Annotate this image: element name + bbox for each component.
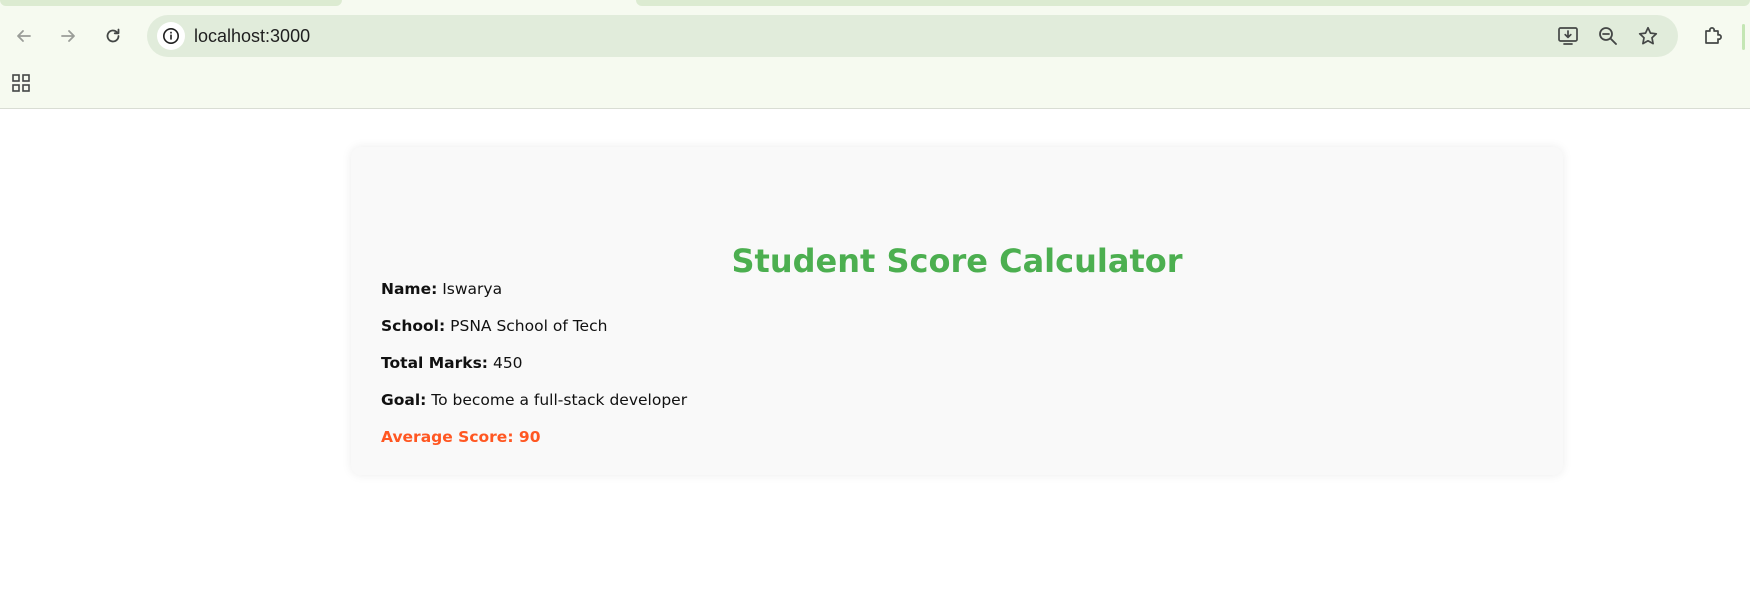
tab-left[interactable]: [0, 0, 342, 6]
puzzle-icon: [1705, 27, 1722, 44]
name-value: Iswarya: [442, 280, 503, 298]
side-panel-edge: [1742, 24, 1745, 50]
bookmark-button[interactable]: [1636, 24, 1660, 48]
back-button[interactable]: [8, 20, 40, 52]
apps-button[interactable]: [8, 70, 34, 96]
tab-right[interactable]: [636, 0, 1750, 6]
reload-button[interactable]: [97, 20, 129, 52]
school-value: PSNA School of Tech: [450, 317, 608, 335]
info-icon: [163, 28, 179, 44]
school-row: School: PSNA School of Tech: [381, 316, 607, 336]
bookmarks-bar: [0, 68, 1750, 98]
extensions-button[interactable]: [1697, 20, 1729, 52]
tab-strip: [0, 0, 1750, 7]
zoom-out-icon: [1599, 27, 1617, 45]
zoom-button[interactable]: [1596, 24, 1620, 48]
forward-button[interactable]: [52, 20, 84, 52]
browser-toolbar: localhost:3000: [0, 14, 1750, 58]
apps-grid-icon: [12, 74, 30, 92]
reload-icon: [106, 28, 120, 43]
address-bar[interactable]: localhost:3000: [147, 15, 1678, 57]
star-icon: [1638, 26, 1658, 45]
name-label: Name:: [381, 280, 438, 298]
forward-arrow-icon: [61, 30, 75, 42]
school-label: School:: [381, 317, 446, 335]
total-marks-row: Total Marks: 450: [381, 353, 523, 373]
install-app-button[interactable]: [1556, 24, 1580, 48]
goal-value: To become a full-stack developer: [431, 391, 688, 409]
total-marks-value: 450: [492, 354, 523, 372]
page-viewport: Student Score Calculator Name: Iswarya S…: [0, 109, 1750, 610]
page-title: Student Score Calculator: [731, 242, 1183, 280]
goal-label: Goal:: [381, 391, 427, 409]
score-card: Student Score Calculator Name: Iswarya S…: [351, 147, 1563, 475]
goal-row: Goal: To become a full-stack developer: [381, 390, 687, 410]
average-score: Average Score: 90: [381, 428, 541, 446]
url-text[interactable]: localhost:3000: [194, 26, 310, 46]
name-row: Name: Iswarya: [381, 279, 502, 299]
install-app-icon: [1558, 27, 1578, 45]
site-info-button[interactable]: [157, 22, 185, 50]
browser-chrome: localhost:3000: [0, 0, 1750, 109]
back-arrow-icon: [17, 30, 31, 42]
total-marks-label: Total Marks:: [381, 354, 489, 372]
